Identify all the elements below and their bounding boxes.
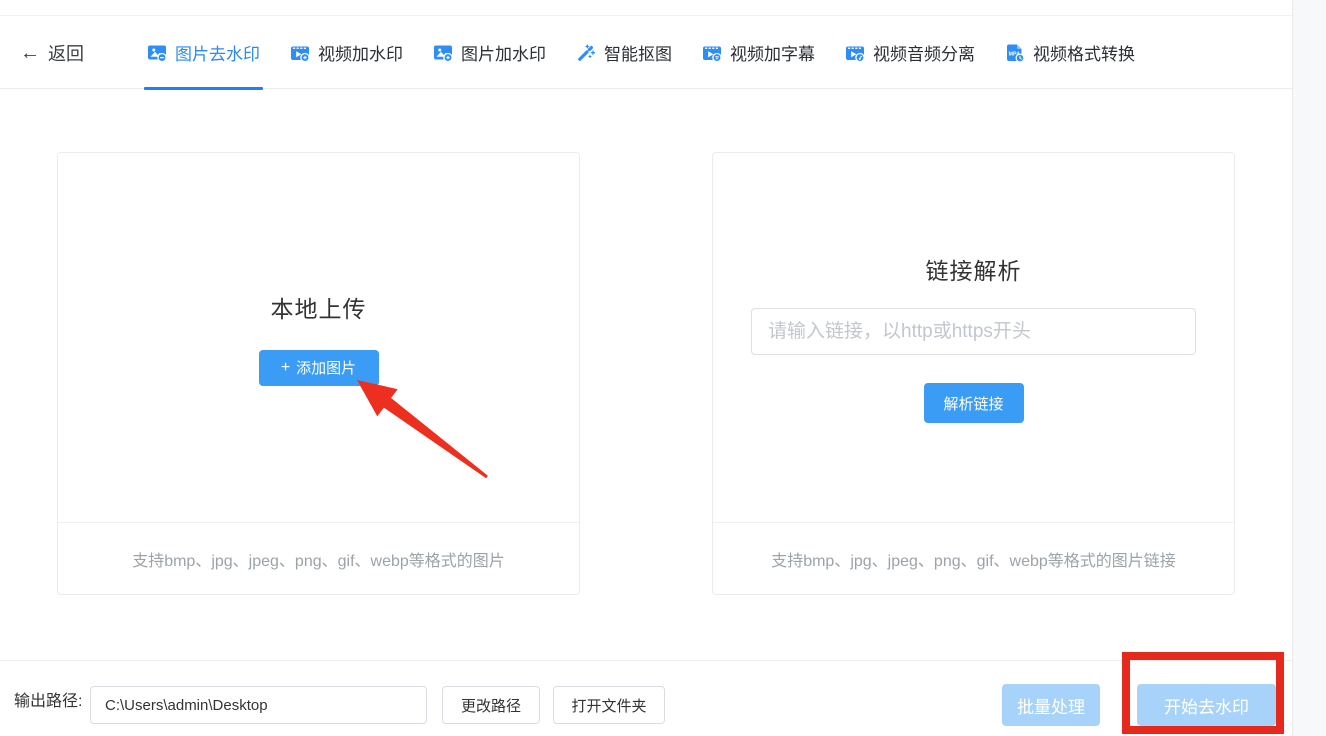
plus-icon: + [281,360,290,376]
video-subtitle-icon [702,43,722,63]
link-parse-panel: 链接解析 解析链接 支持bmp、jpg、jpeg、png、gif、webp等格式… [712,152,1235,595]
image-add-watermark-icon [433,43,453,63]
tab-image-remove-watermark[interactable]: 图片去水印 [147,16,260,89]
start-remove-watermark-button[interactable]: 开始去水印 [1137,684,1276,726]
tab-label: 视频格式转换 [1033,40,1135,65]
app-window: ← 返回 图片去水印 [0,0,1326,736]
image-remove-watermark-icon [147,43,167,63]
link-parse-body: 链接解析 解析链接 [713,153,1234,522]
link-parse-title: 链接解析 [926,252,1022,286]
tab-list: 图片去水印 视频加水印 [147,16,1135,89]
tab-video-audio-separate[interactable]: 视频音频分离 [845,16,975,89]
output-path-label: 输出路径: [14,661,82,736]
bottom-bar: 输出路径: 更改路径 打开文件夹 批量处理 开始去水印 [0,660,1292,736]
local-upload-title: 本地上传 [271,290,367,324]
window-right-gutter [1292,0,1326,736]
link-parse-hint: 支持bmp、jpg、jpeg、png、gif、webp等格式的图片链接 [713,522,1234,594]
tab-label: 视频加字幕 [730,40,815,65]
add-image-button-label: 添加图片 [296,357,356,378]
back-button[interactable]: ← 返回 [20,16,84,89]
parse-link-button[interactable]: 解析链接 [924,383,1024,423]
local-upload-body: 本地上传 + 添加图片 [58,153,579,522]
mp4-convert-icon: MP4 [1005,43,1025,63]
tab-smart-cutout[interactable]: 智能抠图 [576,16,672,89]
add-image-button[interactable]: + 添加图片 [259,350,379,386]
local-upload-hint: 支持bmp、jpg、jpeg、png、gif、webp等格式的图片 [58,522,579,594]
link-input[interactable] [751,308,1196,355]
change-path-button[interactable]: 更改路径 [442,686,540,724]
tab-label: 图片去水印 [175,40,260,65]
tab-bar: ← 返回 图片去水印 [0,16,1292,89]
tab-image-add-watermark[interactable]: 图片加水印 [433,16,546,89]
tab-label: 图片加水印 [461,40,546,65]
open-folder-button[interactable]: 打开文件夹 [553,686,665,724]
back-label: 返回 [48,40,84,66]
tab-label: 视频加水印 [318,40,403,65]
video-add-watermark-icon [290,43,310,63]
video-audio-separate-icon [845,43,865,63]
output-path-input[interactable] [90,686,427,724]
tab-video-add-watermark[interactable]: 视频加水印 [290,16,403,89]
tab-label: 视频音频分离 [873,40,975,65]
back-arrow-icon: ← [20,43,40,63]
batch-process-button[interactable]: 批量处理 [1002,684,1100,726]
tab-video-format-convert[interactable]: MP4 视频格式转换 [1005,16,1135,89]
local-upload-panel: 本地上传 + 添加图片 支持bmp、jpg、jpeg、png、gif、webp等… [57,152,580,595]
tab-video-add-subtitle[interactable]: 视频加字幕 [702,16,815,89]
magic-wand-icon [576,43,596,63]
tab-label: 智能抠图 [604,40,672,65]
